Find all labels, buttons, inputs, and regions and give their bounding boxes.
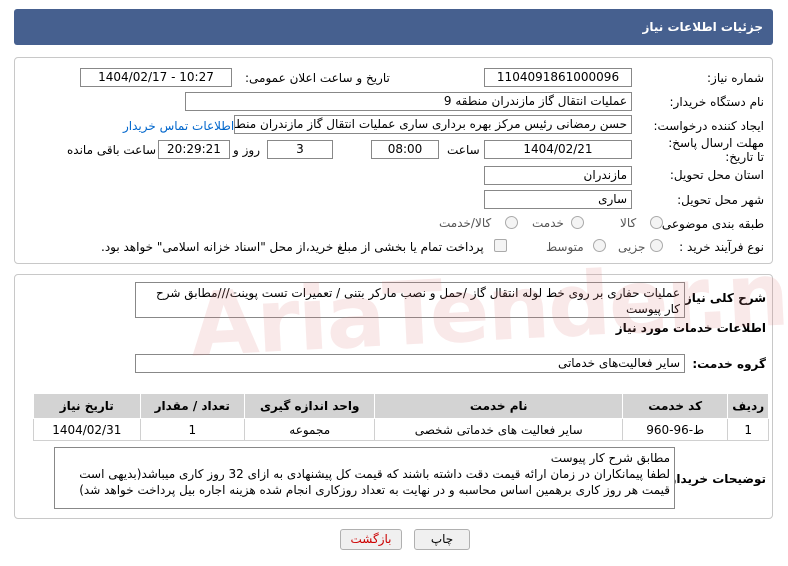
buyer-org-field: عملیات انتقال گاز مازندران منطقه 9	[185, 92, 632, 111]
print-button[interactable]: چاپ	[414, 529, 470, 550]
buyer-notes-line1: مطابق شرح کار پیوست	[550, 451, 670, 465]
col-service-code: کد خدمت	[621, 393, 729, 419]
category-goods-radio[interactable]	[650, 216, 663, 229]
treasury-payment-checkbox[interactable]	[494, 239, 507, 252]
page-header: جزئیات اطلاعات نیاز	[14, 9, 773, 45]
buyer-contact-link[interactable]: اطلاعات تماس خریدار	[123, 119, 234, 133]
cell-unit: مجموعه	[243, 418, 376, 441]
col-quantity: تعداد / مقدار	[139, 393, 245, 419]
days-label: روز و	[233, 143, 260, 157]
province-label: استان محل تحویل:	[669, 168, 764, 182]
process-minor-label: جزیی	[618, 240, 646, 254]
cell-quantity: 1	[139, 418, 245, 441]
table-header-row: ردیف کد خدمت نام خدمت واحد اندازه گیری ت…	[33, 393, 769, 419]
deadline-label: مهلت ارسال پاسخ: تا تاریخ:	[668, 136, 764, 164]
deadline-time-field: 08:00	[371, 140, 439, 159]
category-goods-label: کالا	[620, 216, 637, 230]
general-desc-field: عملیات حفاری بر روی خط لوله انتقال گاز /…	[135, 282, 685, 318]
col-need-date: تاریخ نیاز	[33, 393, 141, 419]
category-service-label: خدمت	[532, 216, 564, 230]
process-minor-radio[interactable]	[650, 239, 663, 252]
col-service-name: نام خدمت	[374, 393, 623, 419]
remaining-label: ساعت باقی مانده	[67, 143, 157, 157]
treasury-payment-note: پرداخت تمام یا بخشی از مبلغ خرید،از محل …	[101, 240, 484, 254]
service-group-label: گروه خدمت:	[692, 357, 766, 371]
services-table: ردیف کد خدمت نام خدمت واحد اندازه گیری ت…	[33, 393, 769, 441]
category-goods-service-label: کالا/خدمت	[439, 216, 492, 230]
info-panel	[14, 57, 773, 264]
province-field: مازندران	[484, 166, 632, 185]
category-label: طبقه بندی موضوعی:	[657, 217, 764, 231]
col-unit: واحد اندازه گیری	[243, 393, 376, 419]
process-medium-label: متوسط	[546, 240, 584, 254]
category-service-radio[interactable]	[571, 216, 584, 229]
deadline-date-field: 1404/02/21	[484, 140, 632, 159]
cell-service-name: سایر فعالیت های خدماتی شخصی	[374, 418, 623, 441]
cell-service-code: ط-96-960	[621, 418, 729, 441]
category-goods-service-radio[interactable]	[505, 216, 518, 229]
cell-need-date: 1404/02/31	[33, 418, 141, 441]
remaining-time-field: 20:29:21	[158, 140, 230, 159]
buyer-notes-field: مطابق شرح کار پیوست لطفا پیمانکاران در ز…	[54, 447, 675, 509]
city-field: ساری	[484, 190, 632, 209]
need-number-label: شماره نیاز:	[707, 71, 764, 85]
announce-datetime-label: تاریخ و ساعت اعلان عمومی:	[245, 71, 390, 85]
announce-datetime-field: 1404/02/17 - 10:27	[80, 68, 232, 87]
deadline-time-label: ساعت	[447, 143, 480, 157]
need-number-field: 1104091861000096	[484, 68, 632, 87]
cell-row: 1	[727, 418, 769, 441]
process-type-label: نوع فرآیند خرید :	[679, 240, 764, 254]
city-label: شهر محل تحویل:	[677, 193, 764, 207]
table-row: 1 ط-96-960 سایر فعالیت های خدماتی شخصی م…	[33, 418, 769, 441]
days-field: 3	[267, 140, 333, 159]
buyer-org-label: نام دستگاه خریدار:	[669, 95, 765, 109]
col-row: ردیف	[727, 393, 769, 419]
page-title: جزئیات اطلاعات نیاز	[642, 20, 763, 34]
requester-label: ایجاد کننده درخواست:	[653, 119, 764, 133]
service-group-field: سایر فعالیت‌های خدماتی	[135, 354, 685, 373]
back-button[interactable]: بازگشت	[340, 529, 402, 550]
requester-field: حسن رمضانی رئیس مرکز بهره برداری ساری عم…	[234, 115, 632, 134]
buyer-notes-line2: لطفا پیمانکاران در زمان ارائه قیمت دقت د…	[79, 467, 670, 497]
process-medium-radio[interactable]	[593, 239, 606, 252]
general-desc-label: شرح کلی نیاز:	[680, 291, 766, 305]
services-section-title: اطلاعات خدمات مورد نیاز	[615, 321, 766, 335]
buyer-notes-label: توضیحات خریدار:	[664, 472, 766, 486]
